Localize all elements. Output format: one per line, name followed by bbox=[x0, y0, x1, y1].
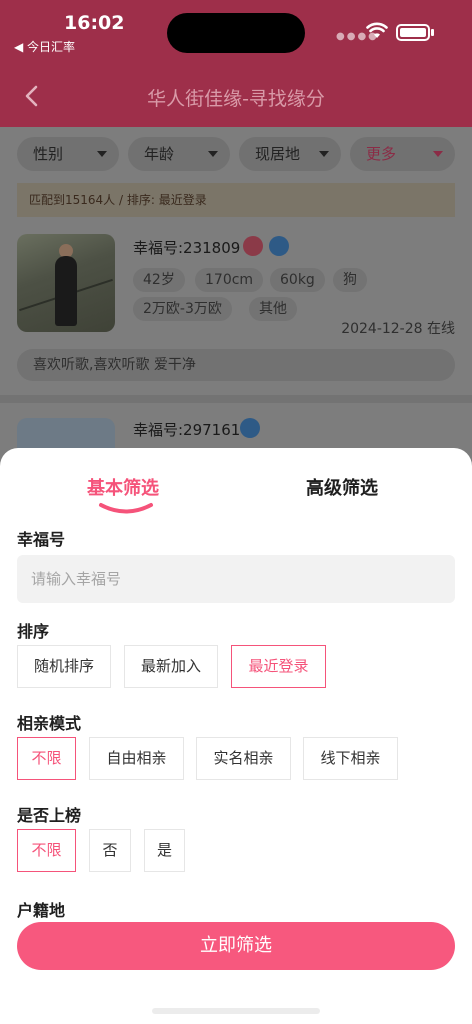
wifi-icon bbox=[366, 22, 388, 38]
filter-sheet: 基本筛选 高级筛选 幸福号 排序 随机排序 最新加入 最近登录 相亲模式 不限 … bbox=[0, 448, 472, 1024]
card-divider bbox=[0, 395, 472, 403]
tab-basic-filter[interactable]: 基本筛选 bbox=[87, 474, 159, 500]
hukou-section-label: 户籍地 bbox=[17, 901, 66, 920]
tab-advanced-filter[interactable]: 高级筛选 bbox=[306, 474, 378, 500]
filter-gender[interactable]: 性别 bbox=[17, 137, 119, 171]
mode-option-real-name[interactable]: 实名相亲 bbox=[196, 737, 291, 780]
tag-other: 其他 bbox=[249, 297, 297, 321]
phone-verified-icon bbox=[240, 418, 260, 438]
tag-zodiac: 狗 bbox=[333, 268, 367, 292]
filter-residence[interactable]: 现居地 bbox=[239, 137, 341, 171]
car-badge-icon bbox=[243, 236, 263, 256]
filter-residence-label: 现居地 bbox=[255, 145, 301, 163]
status-bar: 16:02 ◀ 今日汇率 ●●●● bbox=[0, 0, 472, 60]
status-time: 16:02 bbox=[64, 12, 125, 34]
caret-down-icon bbox=[97, 151, 107, 157]
ranked-option-any[interactable]: 不限 bbox=[17, 829, 76, 872]
tag-income: 2万欧-3万欧 bbox=[133, 297, 232, 321]
tag-weight: 60kg bbox=[270, 268, 325, 292]
filter-more[interactable]: 更多 bbox=[350, 137, 455, 171]
dynamic-island bbox=[167, 13, 305, 53]
mode-option-any[interactable]: 不限 bbox=[17, 737, 76, 780]
match-count-bar: 匹配到15164人 / 排序: 最近登录 bbox=[17, 183, 455, 217]
caret-down-icon bbox=[208, 151, 218, 157]
battery-tip bbox=[431, 29, 434, 36]
home-indicator bbox=[152, 1008, 320, 1014]
filter-more-label: 更多 bbox=[366, 145, 397, 163]
ranked-section-label: 是否上榜 bbox=[17, 806, 82, 825]
ranked-option-yes[interactable]: 是 bbox=[144, 829, 185, 872]
last-login: 2024-12-28 在线 bbox=[341, 321, 455, 337]
caret-down-icon bbox=[319, 151, 329, 157]
mode-section-label: 相亲模式 bbox=[17, 714, 82, 733]
app-header: 16:02 ◀ 今日汇率 ●●●● 华人街佳缘-寻找缘分 bbox=[0, 0, 472, 127]
sort-section-label: 排序 bbox=[17, 622, 50, 641]
id-section-label: 幸福号 bbox=[17, 530, 66, 549]
battery-icon bbox=[396, 24, 430, 41]
tag-age: 42岁 bbox=[133, 268, 185, 292]
apply-filter-button[interactable]: 立即筛选 bbox=[17, 922, 455, 970]
sort-option-random[interactable]: 随机排序 bbox=[17, 645, 111, 688]
ranked-option-no[interactable]: 否 bbox=[89, 829, 131, 872]
sort-option-recent-login[interactable]: 最近登录 bbox=[231, 645, 326, 688]
phone-verified-icon bbox=[269, 236, 289, 256]
mode-option-free[interactable]: 自由相亲 bbox=[89, 737, 184, 780]
tag-height: 170cm bbox=[195, 268, 264, 292]
member-id: 幸福号:297161 bbox=[133, 421, 241, 439]
filter-age[interactable]: 年龄 bbox=[128, 137, 230, 171]
back-to-app-link[interactable]: ◀ 今日汇率 bbox=[14, 38, 75, 55]
member-avatar[interactable] bbox=[17, 234, 115, 332]
mode-option-offline[interactable]: 线下相亲 bbox=[303, 737, 398, 780]
filter-age-label: 年龄 bbox=[144, 145, 175, 163]
sort-option-newest[interactable]: 最新加入 bbox=[124, 645, 218, 688]
id-search-input[interactable] bbox=[17, 555, 455, 603]
caret-down-icon bbox=[433, 151, 443, 157]
member-id: 幸福号:231809 bbox=[133, 239, 241, 257]
avatar-photo-detail bbox=[55, 256, 77, 326]
member-motto: 喜欢听歌,喜欢听歌 爱干净 bbox=[17, 349, 455, 381]
page-title: 华人街佳缘-寻找缘分 bbox=[147, 88, 325, 110]
filter-bar: 性别 年龄 现居地 更多 bbox=[17, 137, 457, 171]
tab-active-indicator bbox=[99, 503, 153, 514]
filter-gender-label: 性别 bbox=[33, 145, 64, 163]
